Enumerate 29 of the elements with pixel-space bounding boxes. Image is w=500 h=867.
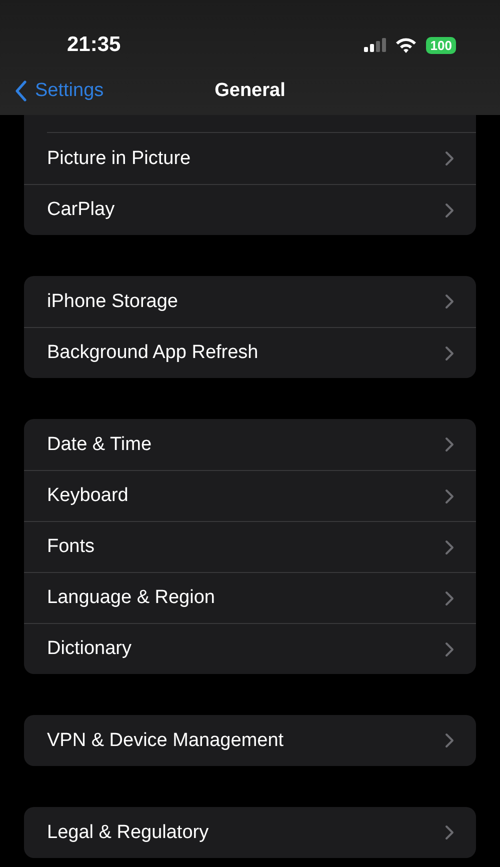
- settings-row[interactable]: Date & Time: [24, 419, 476, 470]
- settings-row[interactable]: VPN & Device Management: [24, 715, 476, 766]
- settings-row[interactable]: CarPlay: [24, 184, 476, 235]
- chevron-icon: [445, 540, 454, 554]
- settings-row[interactable]: Keyboard: [24, 470, 476, 521]
- chevron-icon: [445, 151, 454, 166]
- settings-row[interactable]: Legal & Regulatory: [24, 807, 476, 858]
- chevron-icon: [445, 202, 454, 218]
- back-button[interactable]: Settings: [0, 80, 104, 102]
- settings-row[interactable]: Dictionary: [24, 623, 476, 674]
- settings-row[interactable]: Fonts: [24, 521, 476, 572]
- chevron-icon: [445, 825, 454, 840]
- battery-indicator: 100: [426, 36, 456, 54]
- chevron-icon: [445, 294, 454, 309]
- signal-icon: [364, 38, 386, 52]
- chevron-icon: [445, 488, 454, 504]
- page-title: General: [214, 80, 286, 102]
- chevron-icon: [445, 437, 454, 452]
- settings-row[interactable]: Picture in Picture: [24, 133, 476, 184]
- status-time: 21:35: [67, 33, 121, 57]
- back-chevron-icon: [15, 80, 27, 102]
- chevron-icon: [445, 590, 454, 606]
- settings-row[interactable]: Language & Region: [24, 572, 476, 623]
- chevron-icon: [445, 733, 454, 748]
- chevron-icon: [445, 346, 454, 360]
- settings-row[interactable]: iPhone Storage: [24, 276, 476, 327]
- chevron-icon: [445, 642, 454, 656]
- settings-row[interactable]: Background App Refresh: [24, 327, 476, 378]
- wifi-icon: [395, 37, 418, 53]
